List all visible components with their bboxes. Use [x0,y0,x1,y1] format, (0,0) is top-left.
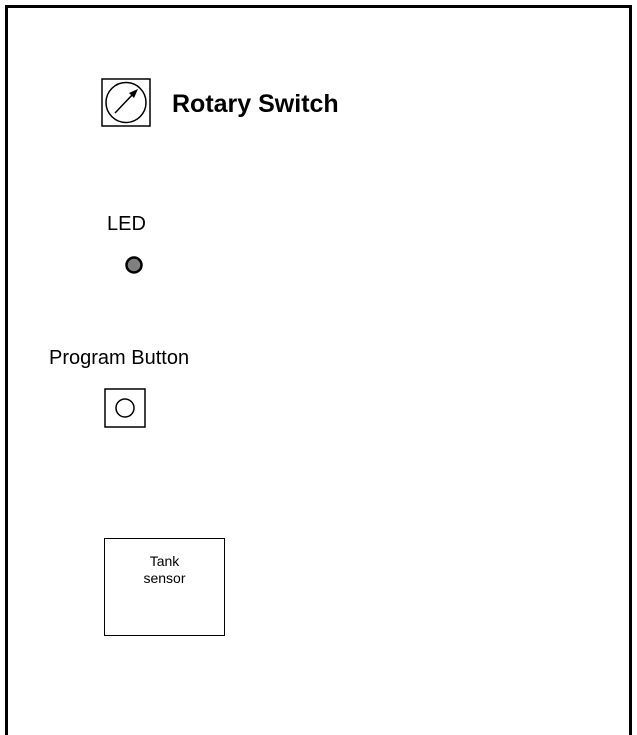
tank-sensor-label-line1: Tank [149,553,180,569]
tank-sensor-label-line2: sensor [143,570,186,586]
circle-button-icon [115,398,135,418]
rotary-dial-icon[interactable] [101,78,151,127]
led-label: LED [107,213,146,235]
led-indicator [125,256,143,274]
tank-sensor-box: Tank sensor [104,538,225,636]
program-button[interactable] [104,388,146,428]
rotary-switch-label: Rotary Switch [172,90,339,118]
program-button-label: Program Button [49,347,190,369]
